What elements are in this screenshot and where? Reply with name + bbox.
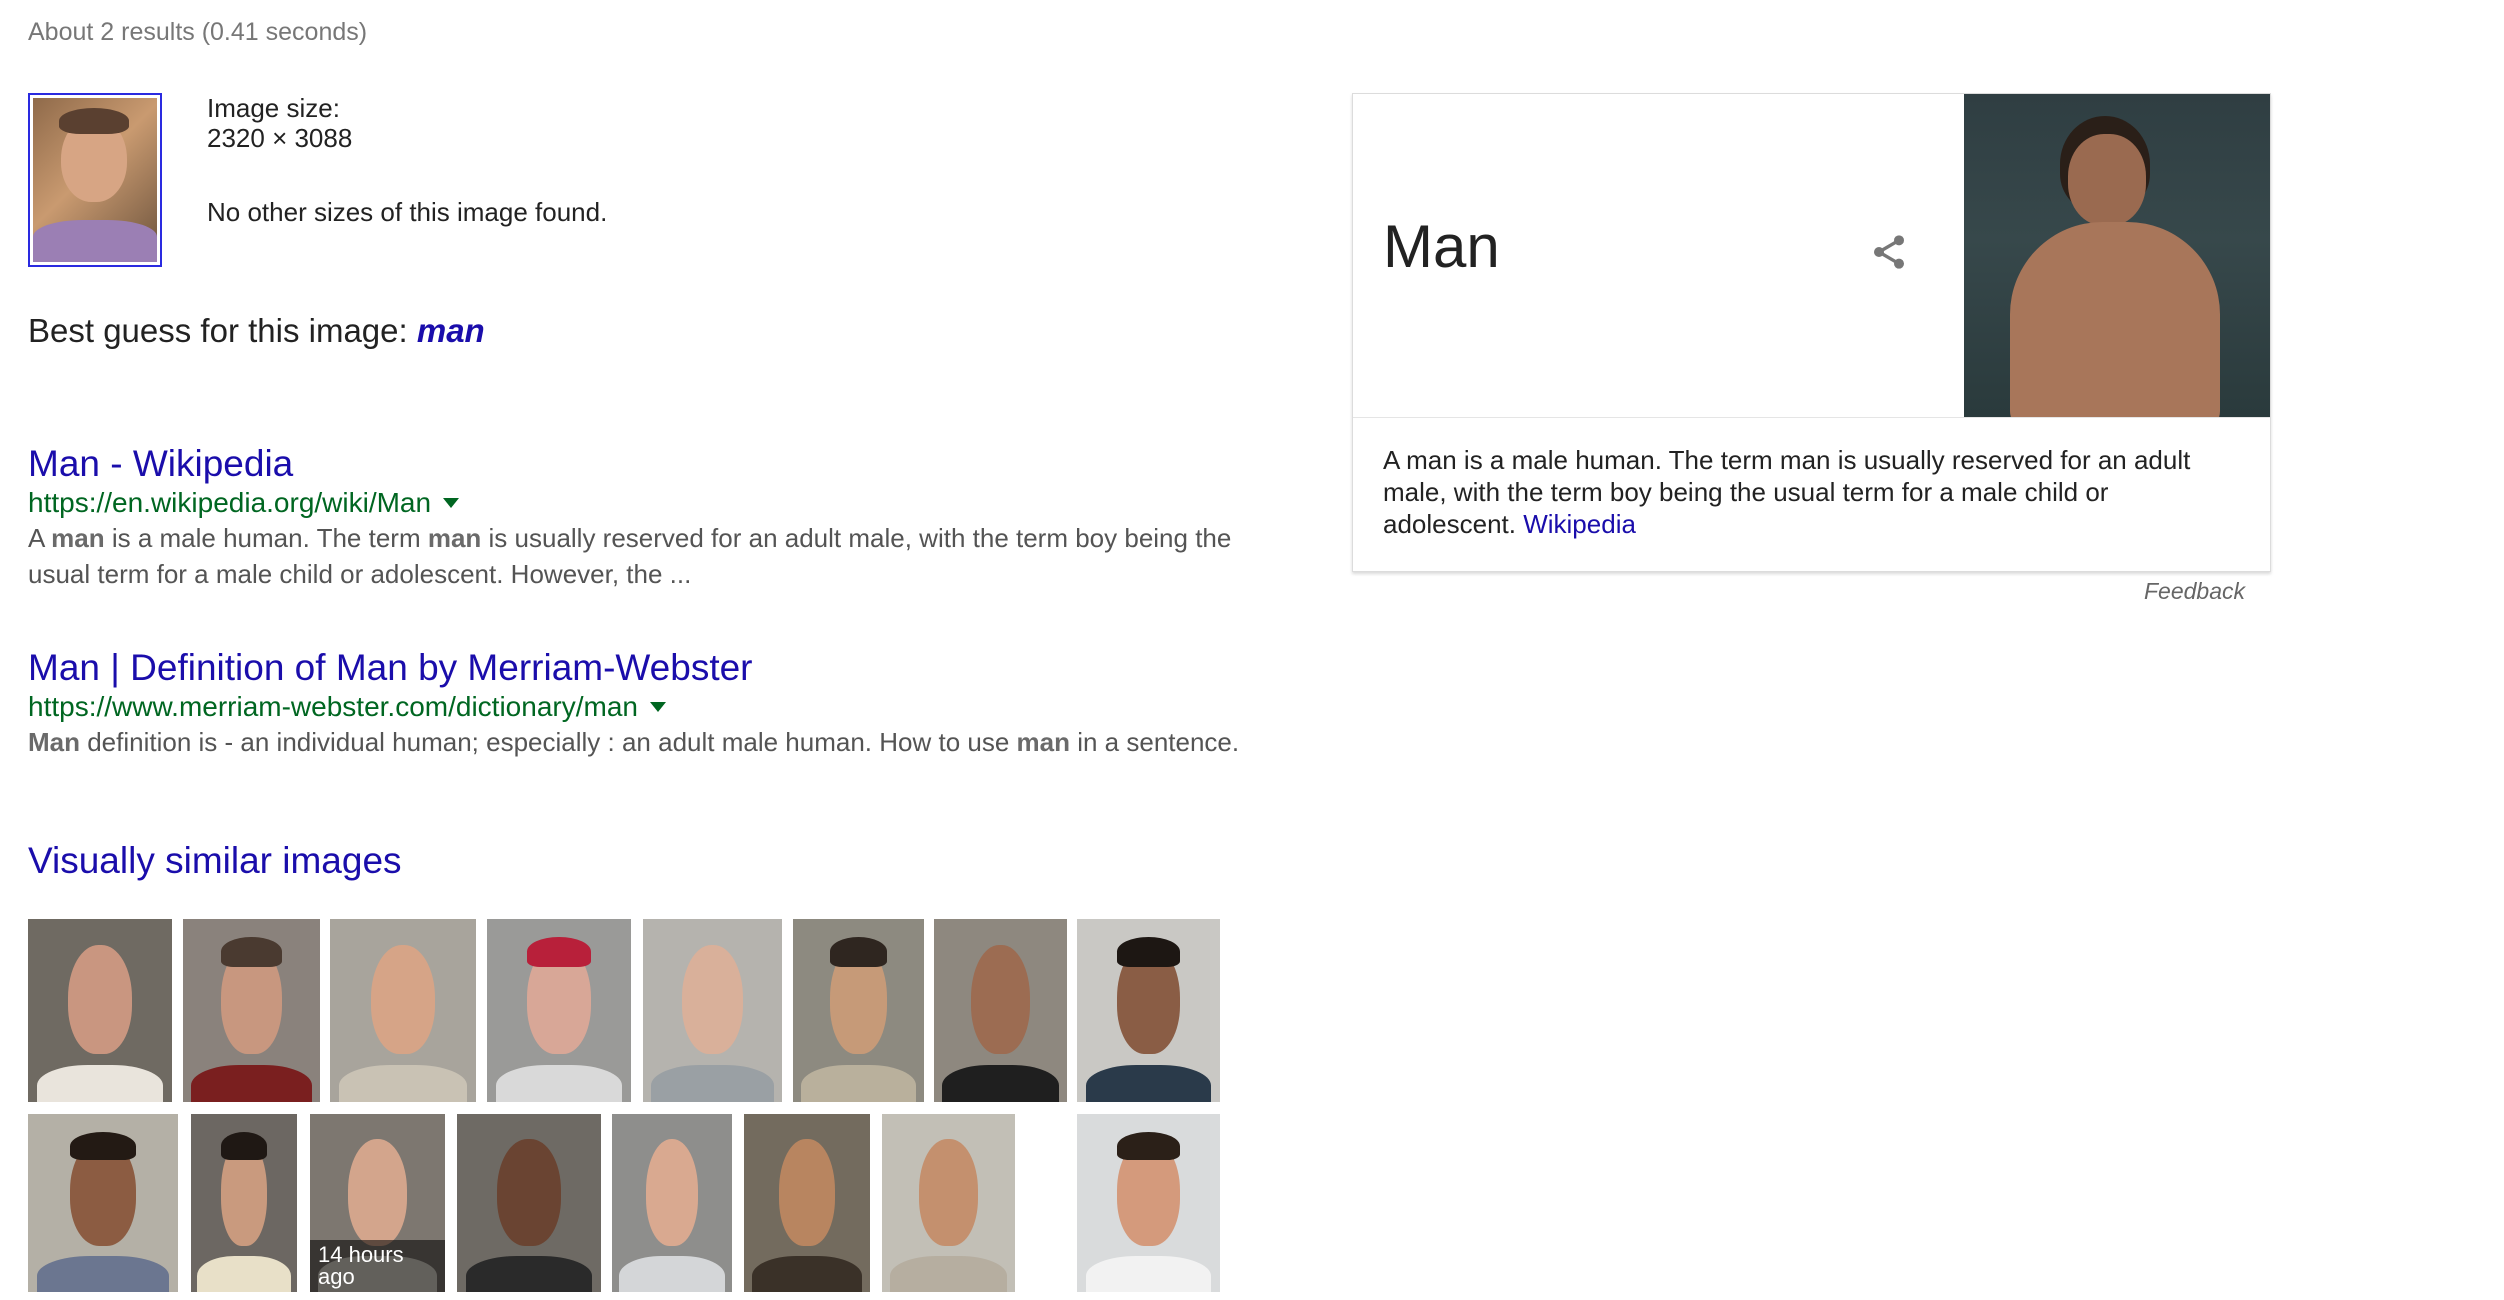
search-result: Man | Definition of Man by Merriam-Webst…: [28, 646, 1248, 760]
other-sizes-text: No other sizes of this image found.: [207, 197, 608, 227]
similar-image[interactable]: [643, 919, 782, 1102]
similar-image[interactable]: [612, 1114, 732, 1292]
result-title-link[interactable]: Man - Wikipedia: [28, 442, 1248, 486]
wikipedia-source-link[interactable]: Wikipedia: [1523, 509, 1636, 539]
share-icon[interactable]: [1869, 230, 1909, 274]
dropdown-arrow-icon[interactable]: [443, 498, 460, 508]
similar-image[interactable]: [28, 919, 172, 1102]
snippet-text: is a male human. The term: [104, 523, 428, 553]
time-badge: 14 hours ago: [310, 1240, 445, 1292]
knowledge-panel-image[interactable]: [1964, 94, 2270, 417]
feedback-link[interactable]: Feedback: [2144, 578, 2245, 605]
result-url-text: https://en.wikipedia.org/wiki/Man: [28, 487, 432, 518]
knowledge-panel-title: Man: [1383, 213, 1500, 280]
visually-similar-heading-link[interactable]: Visually similar images: [28, 840, 402, 882]
image-info: Image size: 2320 × 3088 No other sizes o…: [207, 93, 607, 227]
similar-image[interactable]: [191, 1114, 297, 1292]
dropdown-arrow-icon[interactable]: [649, 702, 666, 712]
snippet-text: in a sentence.: [1070, 727, 1240, 757]
result-url-text: https://www.merriam-webster.com/dictiona…: [28, 691, 638, 722]
snippet-text: definition is - an individual human; esp…: [80, 727, 1017, 757]
result-stats: About 2 results (0.41 seconds): [28, 18, 368, 46]
snippet-text: A: [28, 523, 52, 553]
knowledge-panel: Man A man is a male human. The term man …: [1352, 93, 2271, 572]
result-title-link[interactable]: Man | Definition of Man by Merriam-Webst…: [28, 646, 1248, 690]
snippet-highlight: Man: [28, 727, 80, 757]
result-url: https://en.wikipedia.org/wiki/Man: [28, 486, 1248, 520]
similar-image[interactable]: [457, 1114, 601, 1292]
similar-image[interactable]: [882, 1114, 1015, 1292]
result-snippet: A man is a male human. The term man is u…: [28, 520, 1248, 592]
similar-image[interactable]: [183, 919, 320, 1102]
similar-image[interactable]: [934, 919, 1067, 1102]
similar-image[interactable]: [487, 919, 631, 1102]
snippet-highlight: man: [51, 523, 105, 553]
query-image-thumbnail[interactable]: [28, 93, 162, 267]
best-guess: Best guess for this image: man: [28, 312, 485, 350]
similar-image[interactable]: [1077, 919, 1220, 1102]
search-result: Man - Wikipedia https://en.wikipedia.org…: [28, 442, 1248, 592]
best-guess-label: Best guess for this image:: [28, 312, 408, 349]
similar-image[interactable]: [744, 1114, 870, 1292]
similar-image[interactable]: [28, 1114, 178, 1292]
similar-image[interactable]: [1077, 1114, 1220, 1292]
result-snippet: Man definition is - an individual human;…: [28, 724, 1248, 760]
snippet-highlight: man: [427, 523, 482, 553]
similar-image[interactable]: 14 hours ago: [310, 1114, 445, 1292]
similar-image[interactable]: [793, 919, 924, 1102]
knowledge-panel-description: A man is a male human. The term man is u…: [1383, 444, 2213, 540]
panel-divider: [1353, 417, 2270, 418]
snippet-highlight: man: [1016, 727, 1070, 757]
image-size-label: Image size:: [207, 93, 340, 123]
result-url: https://www.merriam-webster.com/dictiona…: [28, 690, 1248, 724]
best-guess-link[interactable]: man: [417, 312, 485, 349]
similar-image[interactable]: [330, 919, 476, 1102]
description-text: A man is a male human. The term man is u…: [1383, 445, 2191, 539]
image-size-value: 2320 × 3088: [207, 123, 353, 153]
